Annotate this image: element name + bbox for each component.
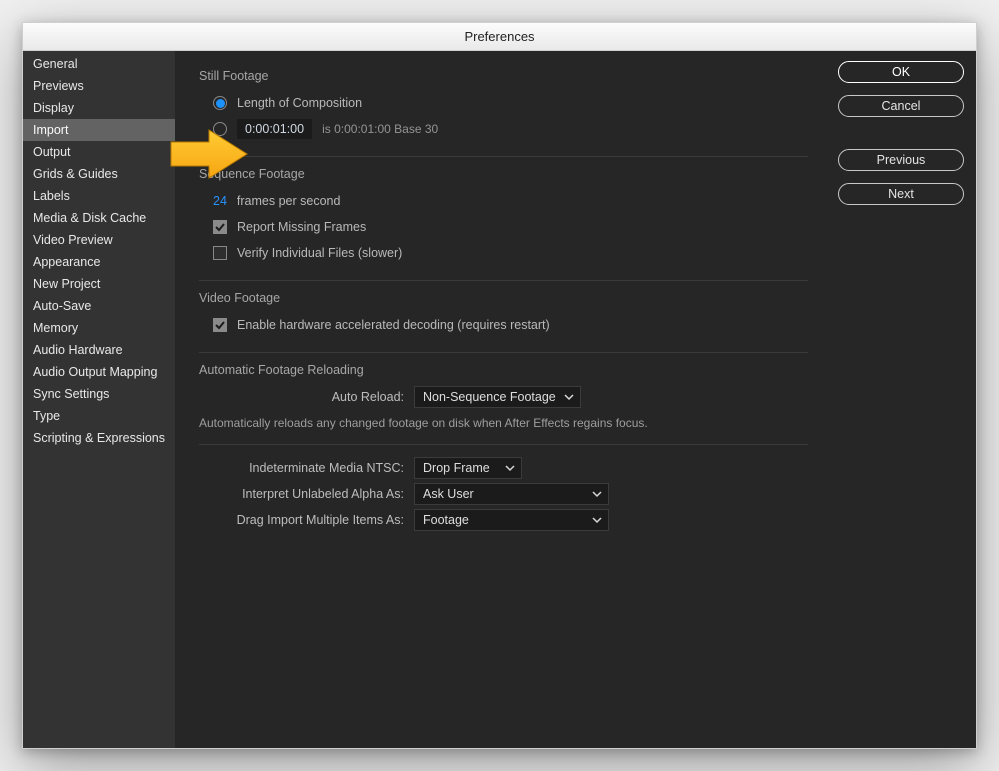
section-misc-selects: Indeterminate Media NTSC: Drop Frame Int…	[199, 455, 808, 533]
ok-button[interactable]: OK	[838, 61, 964, 83]
chevron-down-icon	[592, 489, 602, 499]
ntsc-label: Indeterminate Media NTSC:	[199, 461, 404, 475]
label-verify-files: Verify Individual Files (slower)	[237, 246, 402, 260]
sidebar-item-import[interactable]: Import	[23, 119, 175, 141]
radio-length-of-composition-label: Length of Composition	[237, 96, 362, 110]
auto-reload-label: Auto Reload:	[199, 390, 404, 404]
main-panel: Still Footage Length of Composition 0:00…	[175, 51, 826, 748]
sidebar-item-audiomap[interactable]: Audio Output Mapping	[23, 361, 175, 383]
sidebar-item-script[interactable]: Scripting & Expressions	[23, 427, 175, 449]
sidebar-item-vprev[interactable]: Video Preview	[23, 229, 175, 251]
auto-reload-help: Automatically reloads any changed footag…	[199, 416, 808, 430]
drag-select[interactable]: Footage	[414, 509, 609, 531]
sidebar-item-appearance[interactable]: Appearance	[23, 251, 175, 273]
alpha-select[interactable]: Ask User	[414, 483, 609, 505]
sidebar-item-newproj[interactable]: New Project	[23, 273, 175, 295]
radio-length-of-composition[interactable]	[213, 96, 227, 110]
sidebar-item-memory[interactable]: Memory	[23, 317, 175, 339]
section-video-footage: Video Footage Enable hardware accelerate…	[199, 291, 808, 353]
sidebar: GeneralPreviewsDisplayImportOutputGrids …	[23, 51, 175, 748]
previous-button[interactable]: Previous	[838, 149, 964, 171]
sidebar-item-media[interactable]: Media & Disk Cache	[23, 207, 175, 229]
auto-reload-select[interactable]: Non-Sequence Footage	[414, 386, 581, 408]
sidebar-item-autosave[interactable]: Auto-Save	[23, 295, 175, 317]
section-title-auto-reload: Automatic Footage Reloading	[199, 363, 808, 377]
auto-reload-value: Non-Sequence Footage	[423, 390, 556, 404]
checkbox-hw-decode[interactable]	[213, 318, 227, 332]
ntsc-select[interactable]: Drop Frame	[414, 457, 522, 479]
fps-label: frames per second	[237, 194, 341, 208]
chevron-down-icon	[564, 392, 574, 402]
section-title-still: Still Footage	[199, 69, 808, 83]
section-title-video: Video Footage	[199, 291, 808, 305]
next-button[interactable]: Next	[838, 183, 964, 205]
alpha-label: Interpret Unlabeled Alpha As:	[199, 487, 404, 501]
ntsc-value: Drop Frame	[423, 461, 490, 475]
label-hw-decode: Enable hardware accelerated decoding (re…	[237, 318, 550, 332]
drag-label: Drag Import Multiple Items As:	[199, 513, 404, 527]
window-title: Preferences	[23, 23, 976, 51]
drag-value: Footage	[423, 513, 469, 527]
still-time-hint: is 0:00:01:00 Base 30	[322, 122, 438, 136]
sidebar-item-grids[interactable]: Grids & Guides	[23, 163, 175, 185]
label-report-missing: Report Missing Frames	[237, 220, 366, 234]
fps-value[interactable]: 24	[213, 194, 227, 208]
sidebar-item-previews[interactable]: Previews	[23, 75, 175, 97]
checkbox-report-missing[interactable]	[213, 220, 227, 234]
still-time-field[interactable]: 0:00:01:00	[237, 119, 312, 139]
sidebar-item-general[interactable]: General	[23, 53, 175, 75]
section-auto-reload: Automatic Footage Reloading Auto Reload:…	[199, 363, 808, 445]
sidebar-item-output[interactable]: Output	[23, 141, 175, 163]
sidebar-item-display[interactable]: Display	[23, 97, 175, 119]
sidebar-item-type[interactable]: Type	[23, 405, 175, 427]
checkbox-verify-files[interactable]	[213, 246, 227, 260]
sidebar-item-labels[interactable]: Labels	[23, 185, 175, 207]
chevron-down-icon	[505, 463, 515, 473]
sidebar-item-audiohw[interactable]: Audio Hardware	[23, 339, 175, 361]
section-still-footage: Still Footage Length of Composition 0:00…	[199, 69, 808, 157]
preferences-window: Preferences GeneralPreviewsDisplayImport…	[22, 22, 977, 749]
dialog-buttons: OK Cancel Previous Next	[826, 51, 976, 748]
radio-fixed-time[interactable]	[213, 122, 227, 136]
section-title-sequence: Sequence Footage	[199, 167, 808, 181]
alpha-value: Ask User	[423, 487, 474, 501]
chevron-down-icon	[592, 515, 602, 525]
cancel-button[interactable]: Cancel	[838, 95, 964, 117]
preferences-body: GeneralPreviewsDisplayImportOutputGrids …	[23, 51, 976, 748]
section-sequence-footage: Sequence Footage 24 frames per second Re…	[199, 167, 808, 281]
sidebar-item-sync[interactable]: Sync Settings	[23, 383, 175, 405]
